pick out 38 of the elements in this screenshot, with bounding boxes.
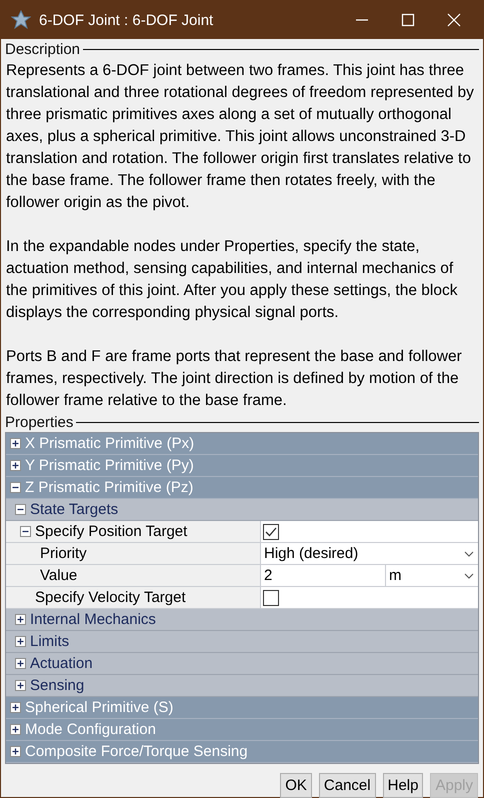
expand-icon[interactable] xyxy=(15,636,26,647)
expand-icon[interactable] xyxy=(15,680,26,691)
parameter-label: Value xyxy=(40,567,78,584)
checkbox[interactable] xyxy=(263,590,279,606)
dialog-button[interactable]: Help xyxy=(382,773,424,798)
tree-node-label[interactable]: State Targets xyxy=(30,501,118,518)
expand-icon[interactable] xyxy=(15,614,26,625)
expand-icon[interactable] xyxy=(15,658,26,669)
window-title: 6-DOF Joint : 6-DOF Joint xyxy=(39,12,214,28)
description-paragraph: Represents a 6-DOF joint between two frames. This joint has three translational and three rotational degrees of freedom represented by three prismatic primitives axes along a set of mutually orthogonal axes, plus a spherical primitive. This joint allows unconstrained 3-D translation and rotation. The follower origin first translates relative to the base frame. The follower frame then rotates freely, with the follower origin as the pivot. xyxy=(6,61,475,213)
collapse-icon[interactable] xyxy=(15,504,26,515)
collapse-icon[interactable] xyxy=(20,526,31,537)
checkbox[interactable] xyxy=(263,524,279,540)
collapse-icon[interactable] xyxy=(10,482,21,493)
description-paragraph: Ports B and F are frame ports that represent the base and follower frames, respectively. The joint direction is defined by motion of the follower frame relative to the base frame. xyxy=(6,347,463,411)
maximize-icon[interactable] xyxy=(401,13,415,27)
unit-dropdown[interactable]: m xyxy=(386,565,478,586)
expand-icon[interactable] xyxy=(10,746,21,757)
expand-icon[interactable] xyxy=(10,724,21,735)
parameter-label: Specify Velocity Target xyxy=(35,589,186,606)
chevron-icon xyxy=(464,572,474,578)
tree-node-label[interactable]: Limits xyxy=(30,633,70,650)
tree-node-label[interactable]: Actuation xyxy=(30,655,93,672)
expand-icon[interactable] xyxy=(10,702,21,713)
section-title: Description xyxy=(5,41,80,58)
expand-icon[interactable] xyxy=(10,438,21,449)
chevron-icon xyxy=(464,550,474,556)
tree-node-label[interactable]: Sensing xyxy=(30,677,84,694)
value-field[interactable]: 2 xyxy=(261,565,386,586)
section-title: Properties xyxy=(5,414,74,431)
parameter-label: Specify Position Target xyxy=(35,523,188,540)
description-paragraph: In the expandable nodes under Properties, specify the state, actuation method, sensing capabilities, and internal mechanics of the primitives of this joint. After you apply these settings, the block displays the corresponding physical signal ports. xyxy=(6,237,458,323)
expand-icon[interactable] xyxy=(10,460,21,471)
parameter-label: Priority xyxy=(40,545,87,562)
dialog-button[interactable]: OK xyxy=(280,773,312,798)
priority-dropdown[interactable]: High (desired) xyxy=(261,543,478,564)
close-icon[interactable] xyxy=(447,13,461,27)
dialog-button[interactable]: Cancel xyxy=(318,773,376,798)
